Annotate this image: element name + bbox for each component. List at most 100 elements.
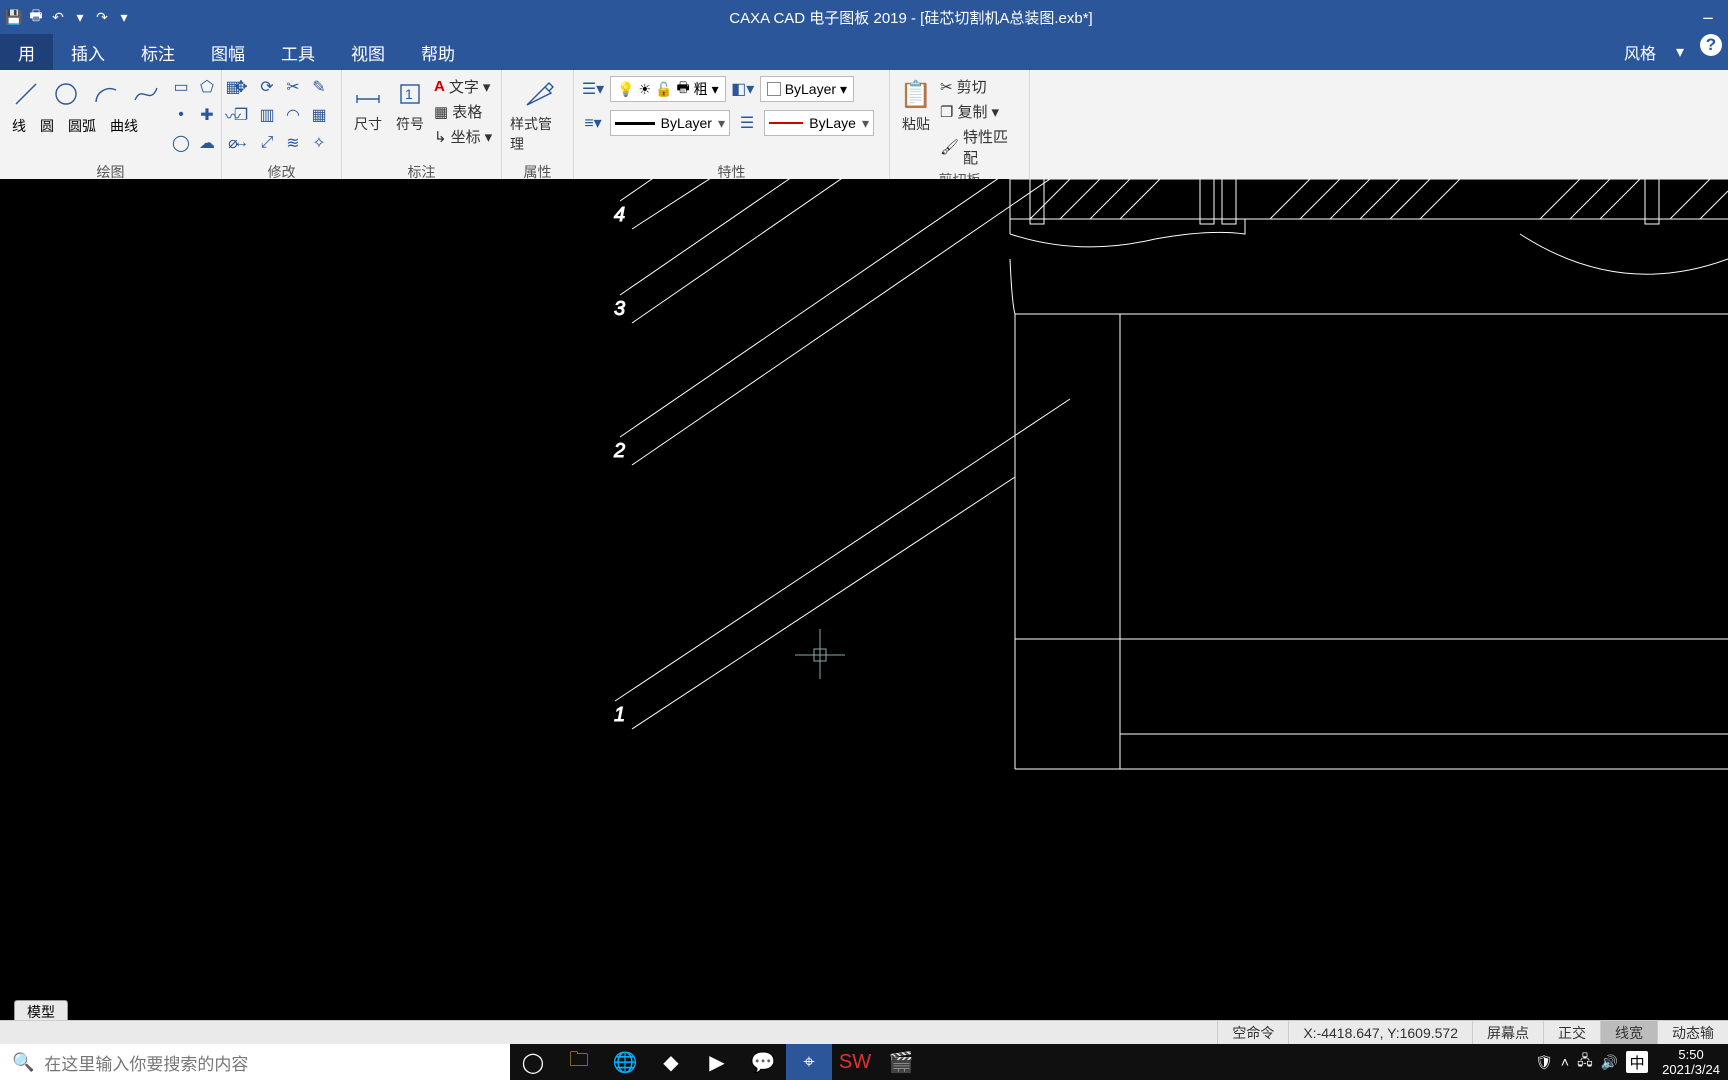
menu-tab-home[interactable]: 用 (0, 34, 53, 70)
ribbon-group-style: 样式管理 属性 (502, 70, 574, 184)
style-manager-button[interactable]: 样式管理 (510, 76, 565, 154)
redo-icon[interactable]: ↷ (92, 7, 112, 27)
modify-fillet-icon[interactable]: ◠ (282, 104, 304, 126)
copy-button[interactable]: ❐复制▾ (940, 101, 1021, 122)
windows-search-box[interactable]: 🔍 在这里输入你要搜索的内容 (0, 1044, 510, 1080)
layer-manager-icon[interactable]: ☰▾ (582, 78, 604, 100)
color-bylayer-combo[interactable]: ByLayer ▾ (760, 76, 854, 102)
text-button[interactable]: A文字▾ (434, 76, 492, 97)
menu-tab-help[interactable]: 帮助 (403, 34, 473, 70)
draw-line-button[interactable] (8, 76, 44, 112)
lineweight-combo[interactable]: ByLaye ▾ (764, 110, 874, 136)
table-button[interactable]: ▦表格 (434, 101, 492, 122)
windows-taskbar: 🔍 在这里输入你要搜索的内容 ◯ 🗀 🌐 ◆ ▶ 💬 ⌖ SW 🎬 🛡 ˄ 🖧 … (0, 1044, 1728, 1080)
ribbon-group-clipboard: 📋粘贴 ✂剪切 ❐复制▾ 🖌特性匹配 剪切板 (890, 70, 1030, 184)
linetype-combo[interactable]: ByLayer ▾ (610, 110, 730, 136)
draw-cloud-icon[interactable]: ☁ (196, 132, 218, 154)
qat-dropdown2-icon[interactable]: ▾ (114, 7, 134, 27)
status-lineweight[interactable]: 线宽 (1600, 1021, 1657, 1044)
lightbulb-icon: 💡 (617, 81, 634, 98)
search-placeholder: 在这里输入你要搜索的内容 (44, 1050, 248, 1075)
ime-indicator[interactable]: 中 (1626, 1051, 1648, 1073)
status-dynamic[interactable]: 动态输 (1657, 1021, 1728, 1044)
draw-spline-label: 曲线 (110, 116, 138, 136)
save-icon[interactable]: 💾 (4, 7, 24, 27)
draw-ellipse-icon[interactable]: ◯ (170, 132, 192, 154)
modify-explode-icon[interactable]: ✧ (308, 132, 330, 154)
modify-offset-icon[interactable]: ≋ (282, 132, 304, 154)
app-icon-4[interactable]: 🎬 (878, 1044, 924, 1080)
match-props-button[interactable]: 🖌特性匹配 (940, 126, 1021, 168)
tray-shield-icon[interactable]: 🛡 (1535, 1054, 1553, 1071)
modify-stretch-icon[interactable]: ↔ (230, 132, 252, 154)
draw-spline-button[interactable] (128, 76, 164, 112)
help-icon[interactable]: ? (1700, 34, 1722, 56)
status-screen-point[interactable]: 屏幕点 (1472, 1021, 1543, 1044)
clock-date: 2021/3/24 (1662, 1062, 1720, 1077)
menu-tab-insert[interactable]: 插入 (53, 34, 123, 70)
paste-button[interactable]: 📋粘贴 (898, 76, 934, 134)
app-icon-3[interactable]: ▶ (694, 1044, 740, 1080)
draw-circle-button[interactable] (48, 76, 84, 112)
lineweight-dropdown-icon: ▾ (862, 115, 869, 132)
draw-point-icon[interactable]: • (170, 104, 192, 126)
colorpicker-icon[interactable]: ◧▾ (732, 78, 754, 100)
svg-text:3: 3 (614, 298, 625, 320)
svg-text:2: 2 (613, 440, 625, 462)
tray-chevron-icon[interactable]: ˄ (1561, 1054, 1569, 1070)
modify-rotate-icon[interactable]: ⟳ (256, 76, 278, 98)
status-coordinates: X:-4418.647, Y:1609.572 (1288, 1021, 1472, 1044)
coord-button[interactable]: ↳坐标▾ (434, 126, 492, 147)
modify-copy-icon[interactable]: ❐ (230, 104, 252, 126)
app-icon-2[interactable]: ◆ (648, 1044, 694, 1080)
ribbon-group-draw: 线 圆 圆弧 曲线 ▭⬠▦ •✚〰 ◯☁⌀ 绘图 (0, 70, 222, 184)
layer-combo[interactable]: 💡 ☀ 🔓 🖶 粗 ▾ (610, 76, 726, 102)
modify-array-icon[interactable]: ▦ (308, 104, 330, 126)
draw-arc-button[interactable] (88, 76, 124, 112)
lineweight-icon[interactable]: ☰ (736, 112, 758, 134)
cut-button[interactable]: ✂剪切 (940, 76, 1021, 97)
menu-style-dropdown-icon[interactable]: ▾ (1666, 34, 1694, 70)
menu-tab-sheet[interactable]: 图幅 (193, 34, 263, 70)
menu-style-link[interactable]: 风格 (1614, 34, 1666, 70)
draw-rect-icon[interactable]: ▭ (170, 76, 192, 98)
print-icon[interactable]: 🖶 (26, 7, 46, 27)
menu-tab-view[interactable]: 视图 (333, 34, 403, 70)
undo-icon[interactable]: ↶ (48, 7, 68, 27)
caxa-app-icon[interactable]: ⌖ (786, 1044, 832, 1080)
menu-tab-annotate[interactable]: 标注 (123, 34, 193, 70)
system-tray[interactable]: 🛡 ˄ 🖧 🔊 中 (1529, 1050, 1654, 1074)
modify-scale-icon[interactable]: ⤢ (256, 132, 278, 154)
modify-move-icon[interactable]: ✥ (230, 76, 252, 98)
modify-trim-icon[interactable]: ✂ (282, 76, 304, 98)
dimension-button[interactable]: 尺寸 (350, 76, 386, 134)
status-command: 空命令 (1217, 1021, 1288, 1044)
wechat-icon[interactable]: 💬 (740, 1044, 786, 1080)
status-ortho[interactable]: 正交 (1543, 1021, 1600, 1044)
file-explorer-icon[interactable]: 🗀 (556, 1044, 602, 1080)
color-bylayer-text: ByLayer (785, 81, 836, 97)
menu-tab-tools[interactable]: 工具 (263, 34, 333, 70)
draw-polygon-icon[interactable]: ⬠ (196, 76, 218, 98)
scissors-icon: ✂ (940, 78, 953, 96)
draw-centerline-icon[interactable]: ✚ (196, 104, 218, 126)
ribbon-group-annotate: 尺寸 1符号 A文字▾ ▦表格 ↳坐标▾ 标注 (342, 70, 502, 184)
linetype-icon[interactable]: ≡▾ (582, 112, 604, 134)
linetype-dropdown-icon: ▾ (718, 115, 725, 132)
linetype-text: ByLayer (661, 115, 712, 131)
task-view-icon[interactable]: ◯ (510, 1044, 556, 1080)
modify-mirror-icon[interactable]: ▥ (256, 104, 278, 126)
tray-network-icon[interactable]: 🖧 (1577, 1050, 1593, 1074)
drawing-canvas[interactable]: 4 3 2 1 (0, 179, 1728, 1000)
modify-erase-icon[interactable]: ✎ (308, 76, 330, 98)
copy-icon: ❐ (940, 103, 953, 121)
taskbar-clock[interactable]: 5:50 2021/3/24 (1654, 1047, 1728, 1077)
app-icon-1[interactable]: 🌐 (602, 1044, 648, 1080)
minimize-button[interactable]: – (1688, 7, 1728, 28)
printer-icon: 🖶 (676, 77, 689, 101)
qat-dropdown-icon[interactable]: ▾ (70, 7, 90, 27)
tray-volume-icon[interactable]: 🔊 (1601, 1054, 1618, 1071)
symbol-button[interactable]: 1符号 (392, 76, 428, 134)
clock-time: 5:50 (1662, 1047, 1720, 1062)
solidworks-icon[interactable]: SW (832, 1044, 878, 1080)
